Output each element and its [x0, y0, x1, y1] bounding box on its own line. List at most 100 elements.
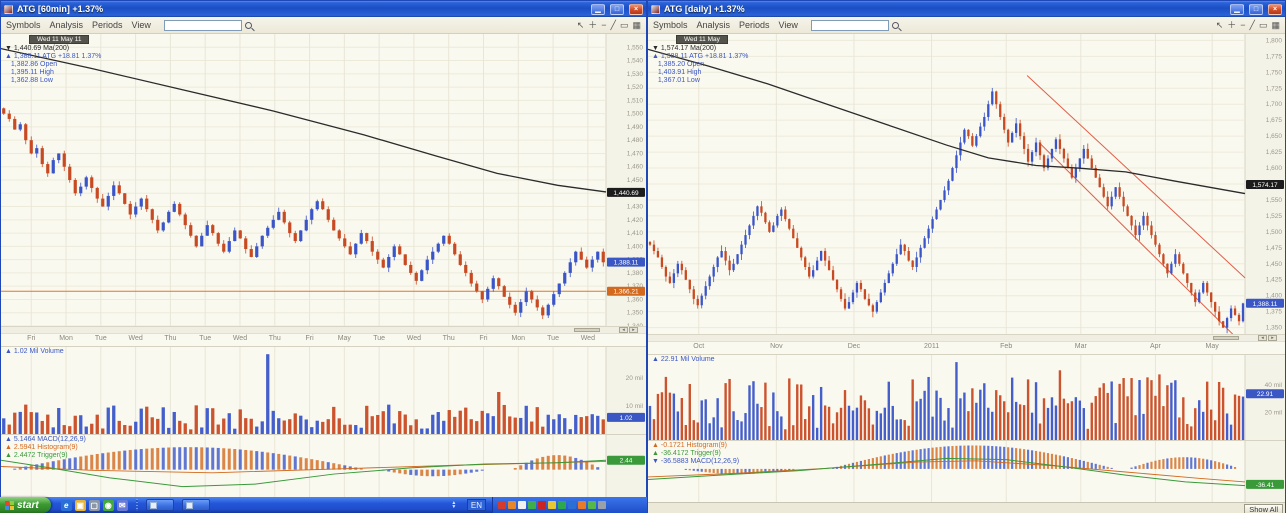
menu-view[interactable]: View: [132, 20, 151, 30]
tray-icon[interactable]: [578, 501, 586, 509]
search-icon[interactable]: [245, 22, 252, 29]
svg-text:1,500: 1,500: [1266, 229, 1283, 236]
desktop: ATG [60min] +1.37% ▁ □ × Symbols Analysi…: [0, 0, 1286, 513]
menu-periods[interactable]: Periods: [739, 20, 770, 30]
svg-text:1,420: 1,420: [627, 217, 644, 224]
svg-text:1,360: 1,360: [627, 296, 644, 303]
chart-window-daily: ATG [daily] +1.37% ▁ □ × Symbols Analysi…: [647, 0, 1286, 513]
window-icon: [150, 502, 157, 509]
tray-icon[interactable]: [528, 501, 536, 509]
scrollbar-thumb[interactable]: [1213, 336, 1239, 340]
start-button[interactable]: start: [0, 497, 51, 513]
time-axis-label: Apr: [1150, 343, 1161, 350]
chart-area-60min: 1,3401,3501,3601,3701,3801,3901,4001,410…: [1, 34, 646, 497]
price-pane: 1,3501,3751,4001,4251,4501,4751,5001,525…: [648, 34, 1285, 334]
legend-row: ▲ 1.02 Mil Volume: [5, 348, 64, 356]
search-icon[interactable]: [892, 22, 899, 29]
scroll-right-button[interactable]: ▸: [1268, 335, 1277, 341]
save-icon[interactable]: ▦: [1271, 21, 1280, 30]
horizontal-scrollbar[interactable]: ◂ ▸: [1, 326, 646, 334]
zoom-in-icon[interactable]: ＋: [588, 21, 597, 30]
tray-icon[interactable]: [568, 501, 576, 509]
menu-analysis[interactable]: Analysis: [697, 20, 731, 30]
tray-icon[interactable]: [588, 501, 596, 509]
maximize-button[interactable]: □: [1249, 4, 1263, 15]
pointer-icon[interactable]: ↖: [1216, 21, 1224, 30]
window-title: ATG [60min] +1.37%: [17, 4, 586, 14]
menu-symbols[interactable]: Symbols: [653, 20, 688, 30]
time-axis-label: Nov: [770, 343, 782, 350]
tray-icon[interactable]: [518, 501, 526, 509]
menubar: Symbols Analysis Periods View ↖＋−╱ ▭▦: [1, 17, 646, 34]
svg-text:22.91: 22.91: [1257, 391, 1274, 398]
media-player-icon[interactable]: ◉: [103, 500, 114, 511]
zoom-in-icon[interactable]: ＋: [1227, 21, 1236, 30]
language-indicator[interactable]: EN: [467, 499, 486, 511]
zoom-out-icon[interactable]: −: [601, 21, 606, 30]
pointer-icon[interactable]: ↖: [577, 21, 585, 30]
folder-icon[interactable]: ▣: [75, 500, 86, 511]
volume-chart-svg[interactable]: 40 mil20 mil22.91: [648, 355, 1285, 441]
tray-icon[interactable]: [498, 501, 506, 509]
chart-toolbar: ↖＋−╱ ▭▦: [1216, 21, 1280, 30]
svg-text:1,375: 1,375: [1266, 309, 1283, 316]
menu-analysis[interactable]: Analysis: [50, 20, 84, 30]
titlebar[interactable]: ATG [daily] +1.37% ▁ □ ×: [648, 1, 1285, 17]
horizontal-scrollbar[interactable]: ◂ ▸: [648, 334, 1285, 342]
svg-text:1,725: 1,725: [1266, 85, 1283, 92]
clock-area[interactable]: [611, 497, 647, 513]
volume-pane: 40 mil20 mil22.91 ▲ 22.91 Mil Volume: [648, 354, 1285, 440]
tray-icon[interactable]: [558, 501, 566, 509]
app-icon: [4, 5, 13, 14]
tray-icon[interactable]: [548, 501, 556, 509]
scroll-left-button[interactable]: ◂: [1258, 335, 1267, 341]
svg-text:1,388.11: 1,388.11: [1253, 301, 1278, 308]
symbol-search-input[interactable]: [811, 20, 889, 31]
tray-icon[interactable]: [538, 501, 546, 509]
menu-view[interactable]: View: [779, 20, 798, 30]
close-button[interactable]: ×: [1268, 4, 1282, 15]
svg-text:1,520: 1,520: [627, 84, 644, 91]
time-axis: OctNovDec2011FebMarAprMay: [648, 342, 1285, 354]
svg-text:1,366.21: 1,366.21: [613, 289, 639, 296]
minimize-button[interactable]: ▁: [1230, 4, 1244, 15]
line-tool-icon[interactable]: ╱: [1250, 21, 1255, 30]
minimize-button[interactable]: ▁: [591, 4, 605, 15]
app-icon: [651, 5, 660, 14]
desktop-icon[interactable]: ▢: [89, 500, 100, 511]
macd-legend: ▲ -0.1721 Histogram(9)▲ -36.4172 Trigger…: [652, 442, 739, 466]
svg-text:1,460: 1,460: [627, 164, 644, 171]
legend-row: 1,385.20 Open: [652, 61, 748, 69]
zoom-out-icon[interactable]: −: [1240, 21, 1245, 30]
taskbar-window-button-2[interactable]: [182, 499, 210, 511]
save-icon[interactable]: ▦: [632, 21, 641, 30]
rectangle-tool-icon[interactable]: ▭: [620, 21, 629, 30]
quick-launch-overflow[interactable]: ▲▼: [449, 501, 459, 509]
line-tool-icon[interactable]: ╱: [611, 21, 616, 30]
time-axis-label: Mon: [59, 335, 73, 342]
symbol-search-input[interactable]: [164, 20, 242, 31]
scroll-left-button[interactable]: ◂: [619, 327, 628, 333]
close-button[interactable]: ×: [629, 4, 643, 15]
rectangle-tool-icon[interactable]: ▭: [1259, 21, 1268, 30]
titlebar[interactable]: ATG [60min] +1.37% ▁ □ ×: [1, 1, 646, 17]
maximize-button[interactable]: □: [610, 4, 624, 15]
volume-chart-svg[interactable]: 20 mil10 mil1.02: [1, 347, 646, 435]
menu-symbols[interactable]: Symbols: [6, 20, 41, 30]
time-axis-label: Tue: [547, 335, 559, 342]
legend-row: ▲ -0.1721 Histogram(9): [652, 442, 739, 450]
scroll-right-button[interactable]: ▸: [629, 327, 638, 333]
browser-icon[interactable]: e: [61, 500, 72, 511]
tray-icon[interactable]: [508, 501, 516, 509]
macd-chart-svg[interactable]: 2.44: [1, 435, 646, 498]
taskbar-window-button-1[interactable]: [146, 499, 174, 511]
macd-chart-svg[interactable]: -36.41: [648, 441, 1285, 503]
show-all-button[interactable]: Show All: [1244, 504, 1283, 513]
tray-icon[interactable]: [598, 501, 606, 509]
scrollbar-thumb[interactable]: [574, 328, 600, 332]
volume-pane: 20 mil10 mil1.02 ▲ 1.02 Mil Volume: [1, 346, 646, 434]
mail-icon[interactable]: ✉: [117, 500, 128, 511]
menu-periods[interactable]: Periods: [92, 20, 123, 30]
svg-text:1,675: 1,675: [1266, 117, 1283, 124]
svg-text:1,625: 1,625: [1266, 149, 1283, 156]
